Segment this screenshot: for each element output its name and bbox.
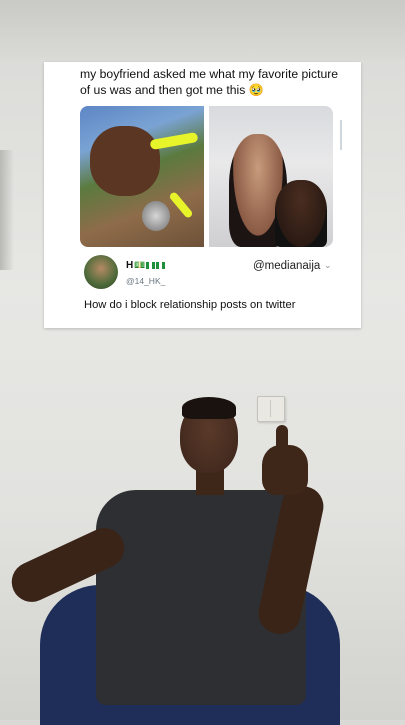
- image-hand: [90, 126, 160, 196]
- image-keychain: [142, 201, 170, 231]
- money-emoji: 💵: [134, 260, 146, 270]
- person-pointing-finger: [276, 425, 288, 455]
- flag-icon: [156, 262, 166, 269]
- image-nail: [149, 131, 199, 151]
- card-scroll-indicator: [340, 120, 342, 150]
- image-nail-2: [168, 190, 194, 220]
- reply-text: How do i block relationship posts on twi…: [84, 299, 296, 311]
- tweet-caption: my boyfriend asked me what my favorite p…: [80, 67, 339, 97]
- avatar[interactable]: [84, 255, 118, 289]
- tweet-card[interactable]: my boyfriend asked me what my favorite p…: [44, 62, 361, 328]
- flag-icon: [146, 262, 156, 269]
- watermark-brand: @medianaija: [253, 260, 321, 272]
- image-man: [275, 180, 327, 247]
- wall-shadow: [0, 150, 14, 270]
- person-illustration: [0, 395, 405, 725]
- user-handle[interactable]: @14_HK_: [126, 276, 165, 286]
- chevron-down-icon[interactable]: ⌄: [324, 260, 332, 271]
- person-hair: [182, 397, 236, 419]
- ceiling: [0, 0, 405, 60]
- user-name: H: [126, 260, 134, 271]
- tweet-image-right[interactable]: [209, 106, 333, 247]
- tweet-image-left[interactable]: [80, 106, 204, 247]
- user-name-row[interactable]: H 💵: [126, 260, 166, 271]
